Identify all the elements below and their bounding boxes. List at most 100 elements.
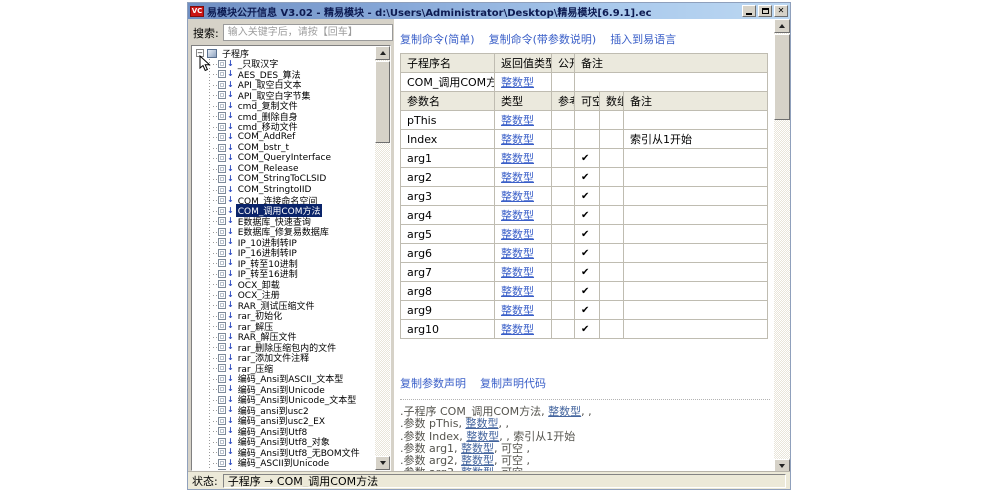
tree-item[interactable]: ↓ IP_转至16进制 [196,269,375,280]
declaration-link[interactable]: 复制参数声明 [400,375,466,391]
subroutine-icon [218,375,226,383]
scroll-down-button[interactable] [375,456,390,470]
subroutine-icon [218,364,226,372]
param-remark-cell [624,168,768,187]
subroutine-icon [218,207,226,215]
mouse-cursor [199,55,211,73]
tree-root[interactable]: − 子程序 [196,48,375,59]
param-type-link[interactable]: 整数型 [501,323,534,336]
tree-item[interactable]: ↓ COM_QueryInterface [196,153,375,164]
param-ref-cell [552,263,575,282]
param-row: arg1 整数型 ✔ [401,149,768,168]
function-tree: − 子程序 ↓ _只取汉字 ↓ AES_DES_算法 ↓ API_取空白文本 [192,46,375,470]
search-input[interactable] [223,24,393,41]
tree-item[interactable]: ↓ rar_添加文件注释 [196,353,375,364]
param-nullable-cell [575,130,600,149]
maximize-button[interactable] [758,5,772,17]
param-remark-cell [624,244,768,263]
arrow-down-icon: ↓ [227,280,234,288]
arrow-down-icon: ↓ [227,343,234,351]
decl-text: .参数 Index, [400,430,466,443]
subroutine-icon [218,144,226,152]
declaration-link[interactable]: 复制声明代码 [480,375,546,391]
app-icon: VC [190,6,204,17]
param-type-link[interactable]: 整数型 [501,266,534,279]
arrow-down-icon: ↓ [227,238,234,246]
scroll-up-button[interactable] [375,46,390,60]
subroutine-icon [218,270,226,278]
subroutine-icon [218,322,226,330]
subroutine-icon [218,165,226,173]
arrow-down-icon: ↓ [227,249,234,257]
tree-item[interactable]: ↓ rar_初始化 [196,311,375,322]
tree-scrollbar[interactable] [375,46,390,470]
search-label: 搜索: [193,25,219,41]
param-type-link[interactable]: 整数型 [501,209,534,222]
param-remark-cell [624,206,768,225]
tree-scrollbar-thumb[interactable] [375,61,390,143]
tree-item[interactable]: ↓ RAR_测试压缩文件 [196,300,375,311]
detail-panel: 复制命令(简单) 复制命令(带参数说明) 插入到易语言 子程序名 返回值类型 公开 … [394,19,790,473]
tree-item[interactable]: ↓ COM_Release [196,164,375,175]
subroutine-icon [218,112,226,120]
param-type-link[interactable]: 整数型 [501,133,534,146]
subroutine-icon [218,354,226,362]
decl-text: , , [498,417,509,430]
param-name: Index [401,130,495,149]
param-ref-cell [552,301,575,320]
arrow-down-icon: ↓ [227,448,234,456]
command-link[interactable]: 复制命令(带参数说明) [489,31,597,47]
param-type-link[interactable]: 整数型 [501,171,534,184]
param-array-cell [600,187,624,206]
subroutine-icon [218,459,226,467]
subroutine-icon [218,70,226,78]
decl-type-link[interactable]: 整数型 [465,417,498,430]
triangle-down-icon [380,461,386,465]
scroll-up-button[interactable] [774,19,790,33]
tree-item[interactable]: ↓ COM_AddRef [196,132,375,143]
decl-type-link[interactable]: 整数型 [466,430,499,443]
tree-item[interactable]: ↓ COM_bstr_t [196,143,375,154]
param-type-link[interactable]: 整数型 [501,247,534,260]
param-name: arg8 [401,282,495,301]
subroutine-icon [218,154,226,162]
param-array-cell [600,149,624,168]
param-type-link[interactable]: 整数型 [501,190,534,203]
maximize-icon [762,8,769,14]
arrow-down-icon: ↓ [227,312,234,320]
subroutine-icon [218,91,226,99]
tree-item[interactable]: ↓ 编码_ASCII到Unicode [196,458,375,469]
param-type-link[interactable]: 整数型 [501,228,534,241]
param-ref-cell [552,111,575,130]
titlebar[interactable]: VC 易模块公开信息 V3.02 - 精易模块 - d:\Users\Admin… [188,3,790,19]
return-type-link[interactable]: 整数型 [501,76,534,89]
subroutine-icon [218,249,226,257]
decl-type-link[interactable]: 整数型 [461,442,494,455]
decl-type-link[interactable]: 整数型 [548,405,581,418]
param-ref-cell [552,282,575,301]
tree-item[interactable]: ↓ cmd_移动文件 [196,122,375,133]
param-type-link[interactable]: 整数型 [501,114,534,127]
param-type-link[interactable]: 整数型 [501,304,534,317]
header-param-nullable: 可空 [575,92,600,111]
tree-item[interactable]: ↓ [196,468,375,470]
close-button[interactable]: ✕ [774,5,788,17]
tree-item[interactable]: ↓ COM_StringToCLSID [196,174,375,185]
minimize-button[interactable] [742,5,756,17]
detail-scrollbar-thumb[interactable] [774,34,790,120]
detail-scrollbar[interactable] [774,19,790,473]
command-link[interactable]: 复制命令(简单) [400,31,475,47]
tree-item[interactable]: ↓ OCX_卸载 [196,279,375,290]
param-row: pThis 整数型 [401,111,768,130]
param-row: Index 整数型 索引从1开始 [401,130,768,149]
arrow-down-icon: ↓ [227,385,234,393]
triangle-up-icon [779,24,785,28]
header-param-ref: 参考 [552,92,575,111]
arrow-down-icon: ↓ [227,91,234,99]
arrow-down-icon: ↓ [227,70,234,78]
param-type-link[interactable]: 整数型 [501,152,534,165]
param-row: arg6 整数型 ✔ [401,244,768,263]
command-link[interactable]: 插入到易语言 [610,31,676,47]
parameter-table: 子程序名 返回值类型 公开 备注 COM_调用COM方法 整数型 参数名 类型 [400,53,768,339]
param-type-link[interactable]: 整数型 [501,285,534,298]
